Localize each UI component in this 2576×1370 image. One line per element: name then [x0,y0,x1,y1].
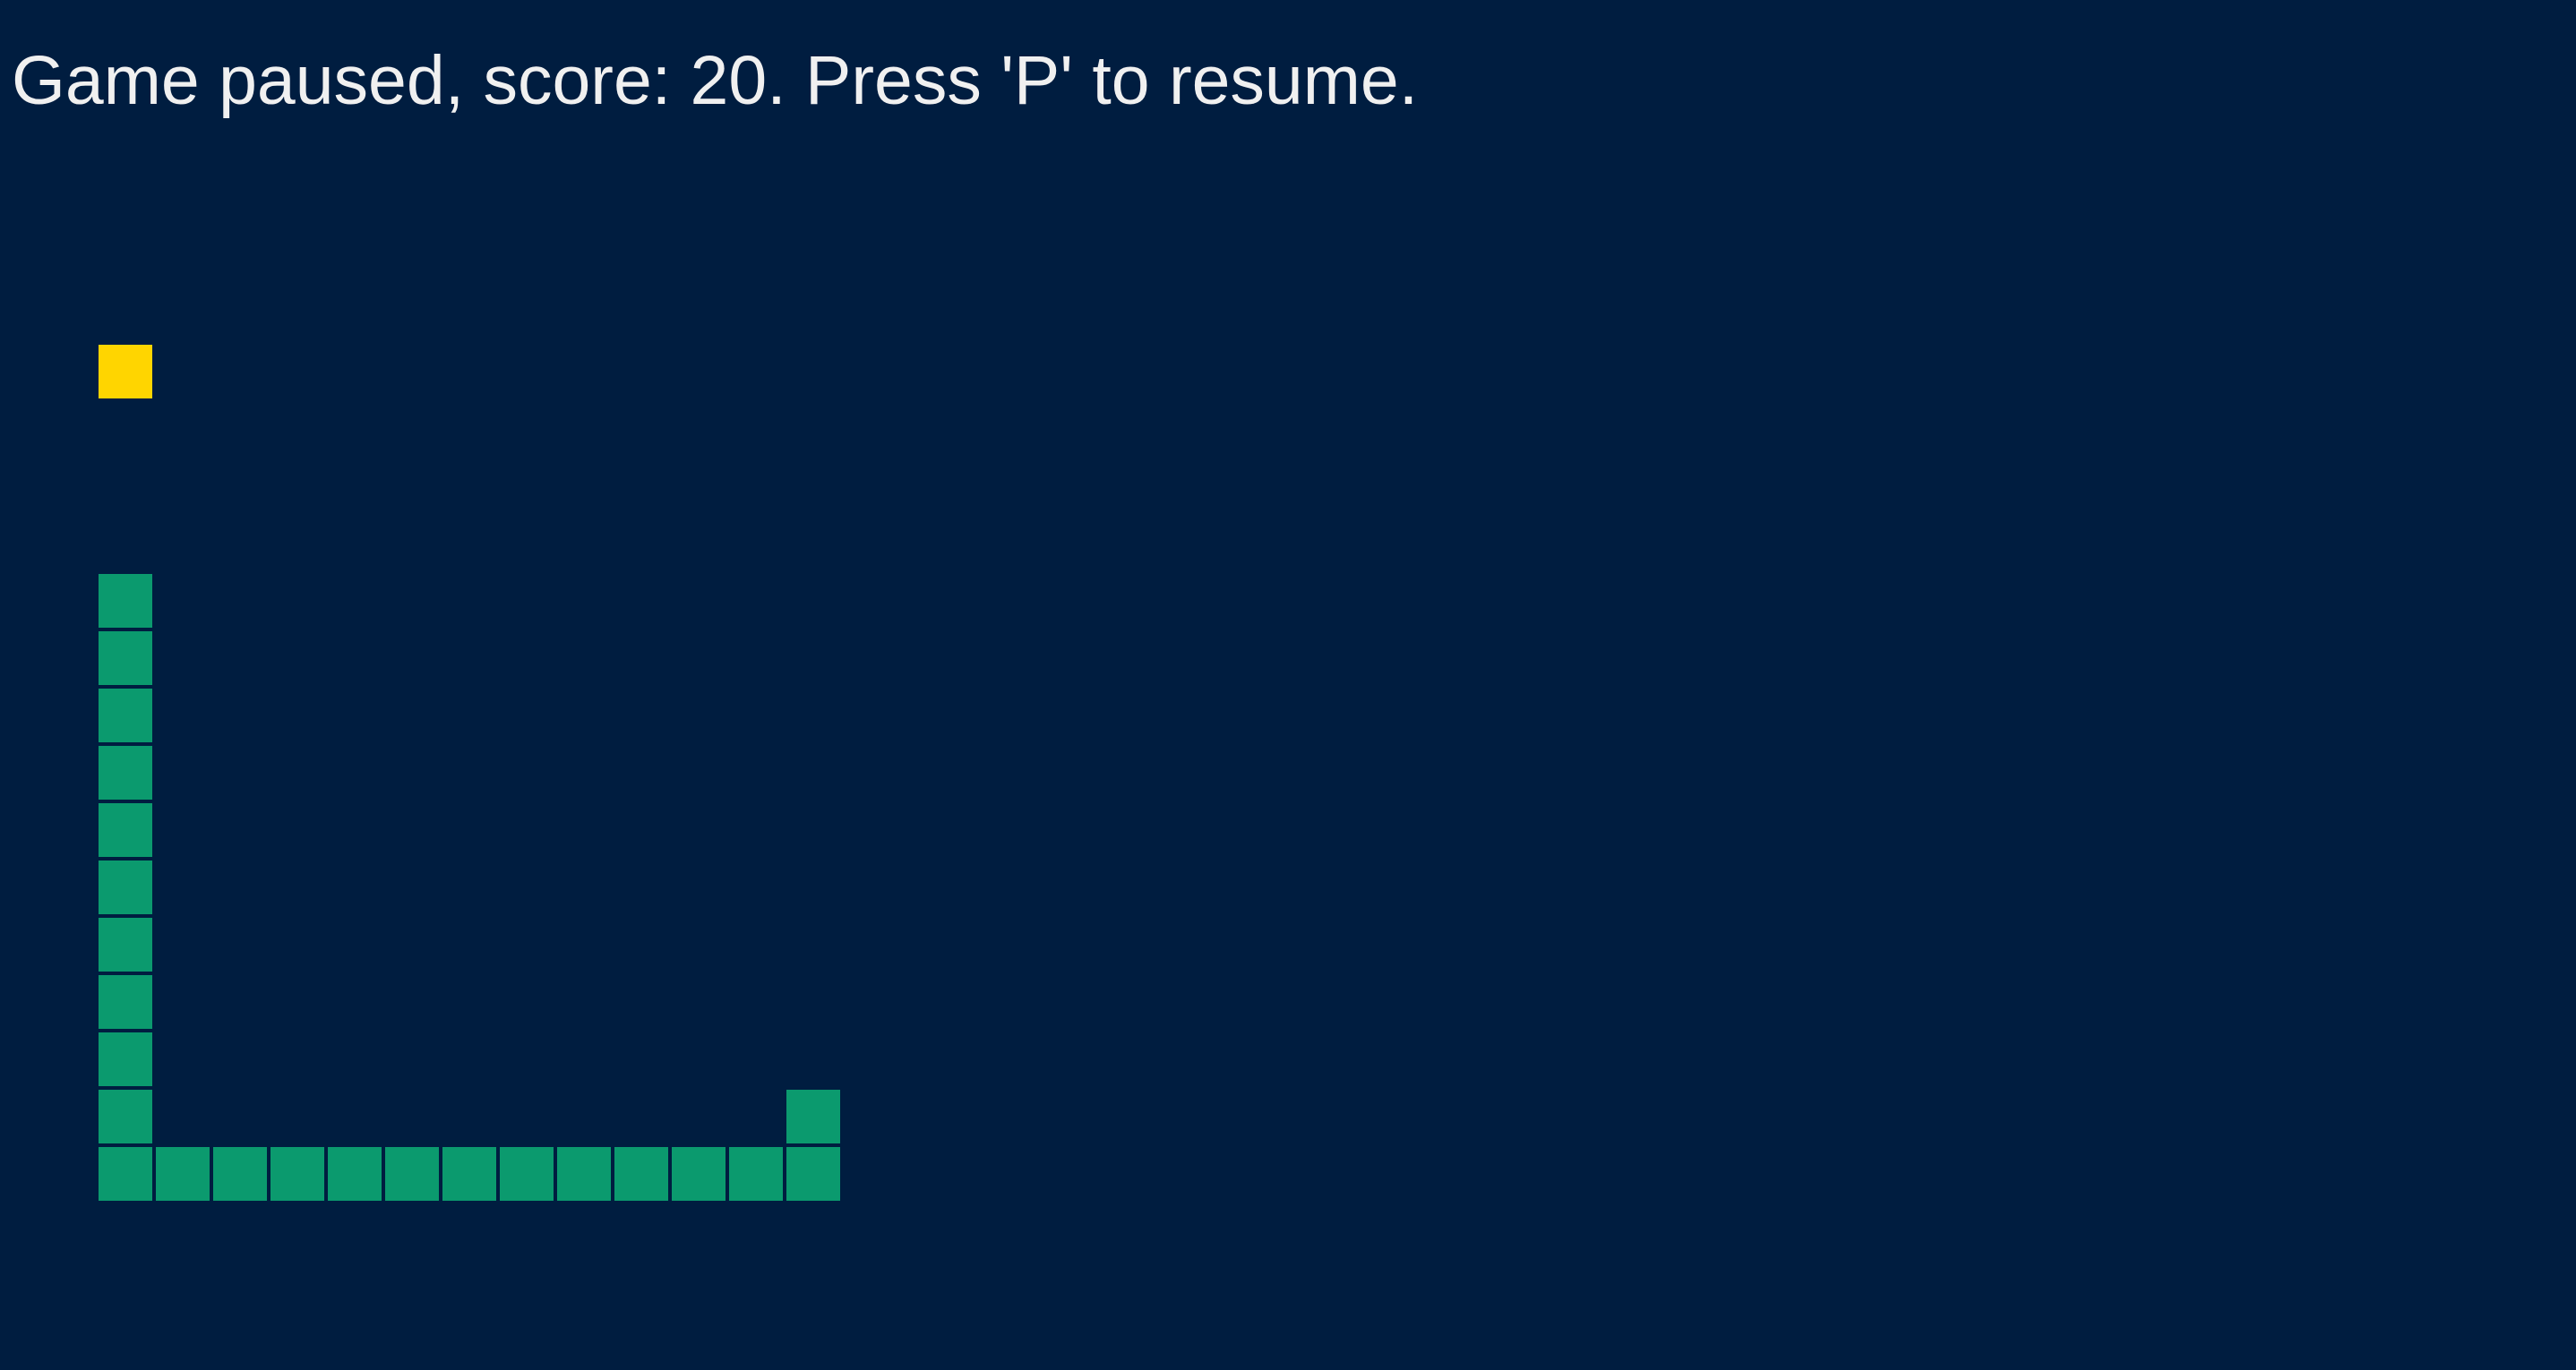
snake-segment [97,687,154,744]
snake-segment [727,1145,785,1203]
snake-segment [97,916,154,973]
snake-segment [97,973,154,1031]
snake-segment [498,1145,555,1203]
snake-segment [154,1145,211,1203]
snake-segment [269,1145,326,1203]
snake-segment [97,744,154,801]
snake-segment [97,572,154,629]
snake-head [785,1088,842,1145]
snake-segment [97,629,154,687]
snake-segment [97,1145,154,1203]
snake-segment [326,1145,383,1203]
snake-segment [670,1145,727,1203]
snake-segment [383,1145,441,1203]
game-board [0,0,2576,1370]
snake-segment [441,1145,498,1203]
snake-segment [97,1088,154,1145]
snake-segment [555,1145,613,1203]
snake-segment [785,1145,842,1203]
snake-segment [97,801,154,859]
game-screen[interactable]: Game paused, score: 20. Press 'P' to res… [0,0,2576,1370]
food-pellet [97,343,154,400]
snake-segment [97,1031,154,1088]
snake-segment [97,859,154,916]
snake-segment [613,1145,670,1203]
snake-segment [211,1145,269,1203]
